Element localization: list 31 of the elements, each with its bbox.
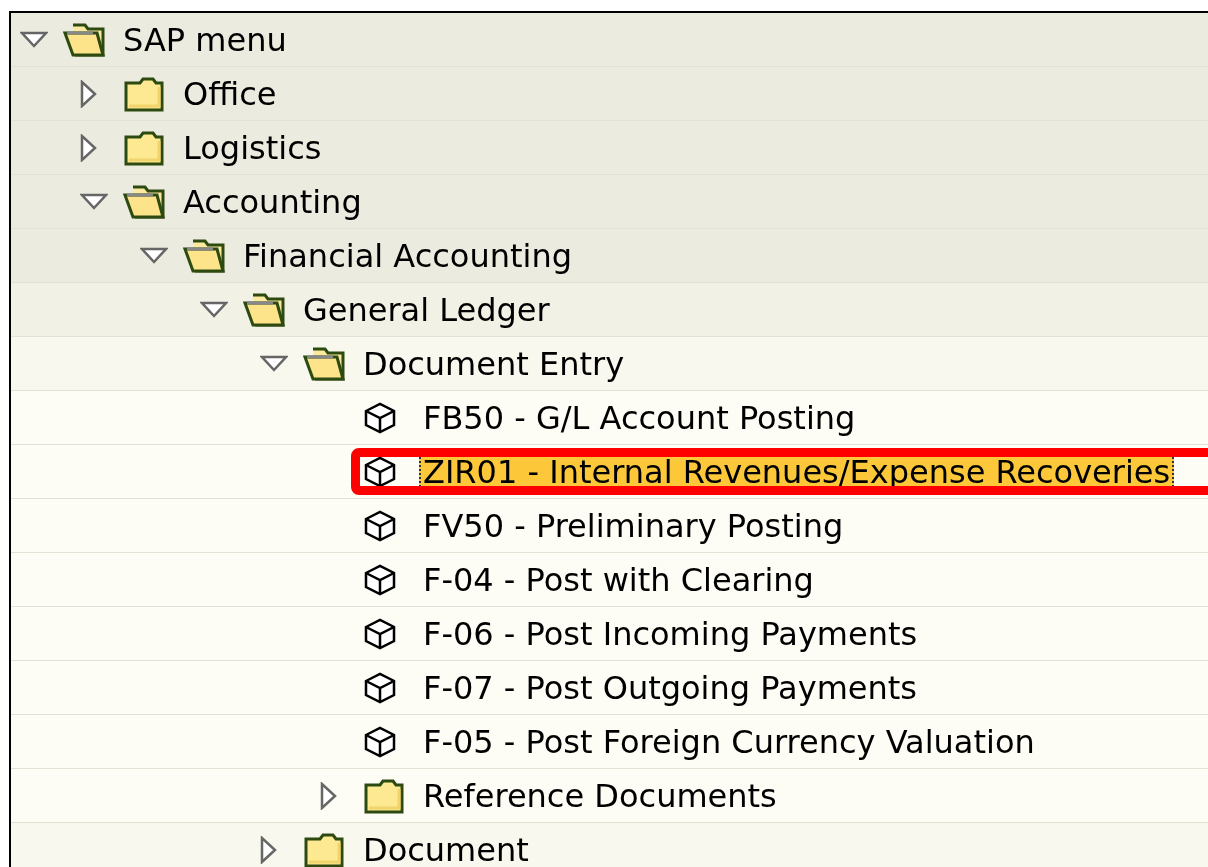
folder-label[interactable]: Financial Accounting: [239, 236, 576, 275]
folder-label[interactable]: Office: [179, 74, 281, 113]
cube-icon[interactable]: [363, 616, 397, 651]
cube-icon[interactable]: [363, 670, 397, 705]
folder-label[interactable]: General Ledger: [299, 290, 554, 329]
folder-label[interactable]: SAP menu: [119, 20, 291, 59]
expanded-triangle-icon[interactable]: [80, 192, 108, 211]
expanded-triangle-icon[interactable]: [200, 300, 228, 319]
expanded-triangle-icon[interactable]: [260, 354, 288, 373]
collapsed-triangle-icon[interactable]: [320, 781, 338, 810]
collapsed-triangle-icon[interactable]: [80, 133, 98, 162]
folder-label[interactable]: Logistics: [179, 128, 326, 167]
expanded-triangle-icon[interactable]: [20, 30, 48, 49]
folder-label[interactable]: Accounting: [179, 182, 366, 221]
collapsed-triangle-icon[interactable]: [260, 835, 278, 864]
folder-label[interactable]: Document: [359, 830, 533, 867]
expanded-triangle-icon[interactable]: [140, 246, 168, 265]
transaction-label[interactable]: F-06 - Post Incoming Payments: [419, 614, 922, 653]
transaction-label[interactable]: F-07 - Post Outgoing Payments: [419, 668, 921, 707]
cube-icon[interactable]: [363, 562, 397, 597]
transaction-label[interactable]: F-04 - Post with Clearing: [419, 560, 818, 599]
transaction-label[interactable]: FB50 - G/L Account Posting: [419, 398, 860, 437]
cube-icon[interactable]: [363, 454, 397, 489]
folder-label[interactable]: Reference Documents: [419, 776, 781, 815]
transaction-label[interactable]: FV50 - Preliminary Posting: [419, 506, 848, 545]
cube-icon[interactable]: [363, 400, 397, 435]
cube-icon[interactable]: [363, 724, 397, 759]
folder-label[interactable]: Document Entry: [359, 344, 629, 383]
transaction-label[interactable]: F-05 - Post Foreign Currency Valuation: [419, 722, 1039, 761]
cube-icon[interactable]: [363, 508, 397, 543]
collapsed-triangle-icon[interactable]: [80, 79, 98, 108]
